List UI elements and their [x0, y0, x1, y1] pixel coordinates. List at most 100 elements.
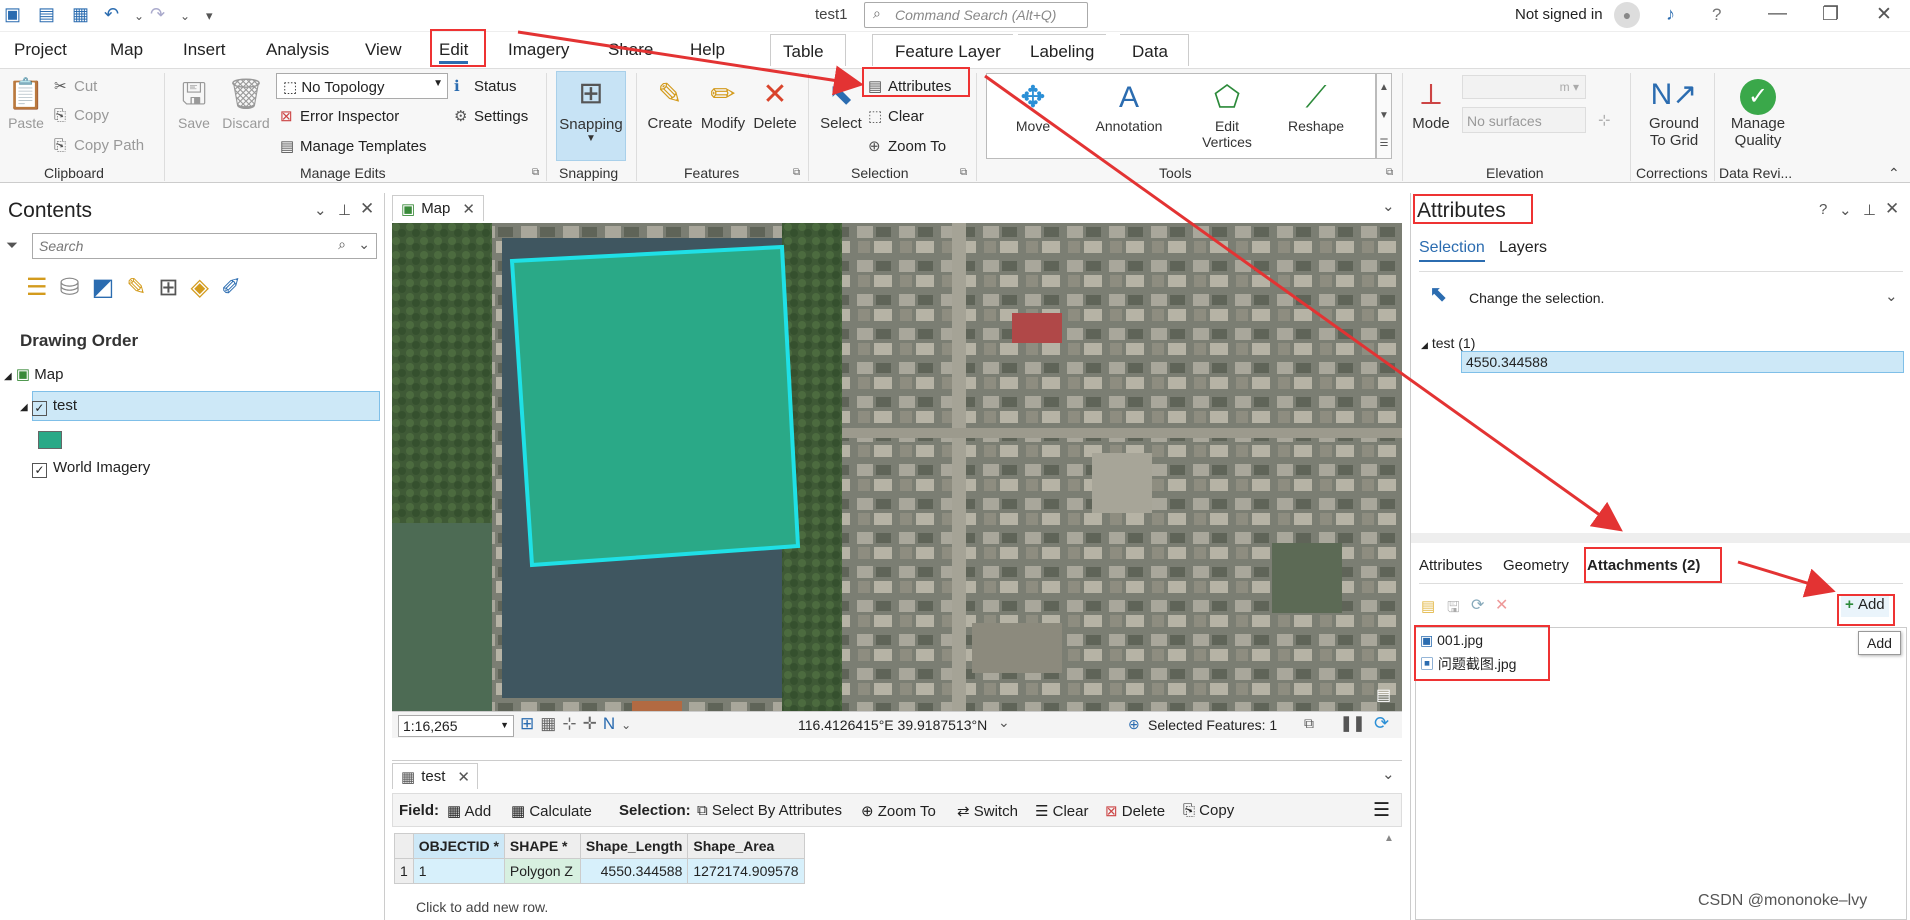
column-header-objectid[interactable]: OBJECTID * [412, 833, 505, 859]
surfaces-select[interactable]: No surfaces [1462, 107, 1586, 133]
add-attachment-button[interactable]: + Add [1841, 595, 1889, 617]
data-source-icon[interactable]: ⛁ [60, 274, 92, 301]
paste-button[interactable]: 📋 Paste [6, 75, 46, 131]
cut-button[interactable]: ✂ Cut [54, 77, 97, 95]
tree-item-map[interactable]: ◢ ▣ Map [4, 365, 63, 383]
minimize-icon[interactable]: — [1768, 3, 1787, 25]
refresh-icon[interactable]: ⟳ [1374, 713, 1389, 734]
table-menu-icon[interactable]: ☰ [1373, 799, 1390, 822]
pin-icon[interactable]: ⊥ [338, 201, 351, 219]
table-row[interactable]: 1 1 Polygon Z 4550.344588 1272174.909578 [394, 858, 805, 884]
chevron-down-icon[interactable]: ⌄ [621, 718, 637, 732]
tab-attachments[interactable]: Attachments (2) [1587, 557, 1700, 574]
selection-view-icon[interactable]: ◩ [92, 274, 127, 301]
move-tool[interactable]: ✥ Move [995, 78, 1071, 134]
chevron-down-icon[interactable]: ⌄ [1382, 765, 1395, 783]
add-field-button[interactable]: ▦ Add [447, 802, 491, 820]
edit-vertices-tool[interactable]: ⬠ Edit Vertices [1187, 78, 1267, 150]
column-header-shape-area[interactable]: Shape_Area [687, 833, 805, 859]
help-icon[interactable]: ? [1712, 5, 1721, 25]
cell-objectid[interactable]: 1 [412, 858, 505, 884]
add-new-row[interactable]: Click to add new row. [416, 899, 548, 915]
fixed-zoom-icon[interactable]: ⊞ [520, 714, 540, 733]
close-icon[interactable]: ✕ [1885, 199, 1899, 219]
chevron-down-icon[interactable]: ⌄ [1382, 197, 1395, 215]
clear-selection-button[interactable]: ⬚ Clear [868, 107, 924, 125]
selected-features-count[interactable]: Selected Features: 1 [1148, 717, 1277, 733]
dialog-launcher-icon[interactable]: ⧉ [532, 167, 539, 178]
tab-table[interactable]: Table [770, 34, 846, 66]
discard-button[interactable]: 🗑 Discard [220, 75, 272, 131]
error-inspector-button[interactable]: ⊠ Error Inspector [280, 107, 399, 125]
filter-icon[interactable]: ⏷ [6, 237, 18, 254]
attributes-button[interactable]: ▤ Attributes [868, 77, 951, 95]
tab-project[interactable]: Project [14, 40, 67, 60]
dialog-launcher-icon[interactable]: ⧉ [960, 167, 967, 178]
map-notes-icon[interactable]: ▤ [1376, 685, 1391, 705]
pane-options-icon[interactable]: ⌄ [1839, 201, 1852, 219]
gallery-scroll[interactable]: ▲ ▼ ☰ [1376, 73, 1392, 159]
pane-splitter[interactable] [1411, 533, 1910, 543]
pin-icon[interactable]: ⊥ [1863, 201, 1876, 219]
selected-polygon[interactable] [509, 244, 801, 568]
change-selection-text[interactable]: Change the selection. [1469, 290, 1604, 306]
collapse-ribbon-icon[interactable]: ⌃ [1888, 165, 1900, 182]
copy-path-button[interactable]: ⎘ Copy Path [54, 137, 144, 154]
tab-edit[interactable]: Edit [439, 40, 469, 64]
create-button[interactable]: ✎ Create [644, 75, 696, 132]
scale-select[interactable]: 1:16,265 ▼ [398, 715, 514, 737]
collapse-triangle-icon[interactable]: ◢ [1421, 340, 1428, 350]
column-header-shape[interactable]: SHAPE * [503, 833, 581, 859]
customize-toolbar-icon[interactable]: ▾ [206, 8, 213, 24]
manage-quality-button[interactable]: ✓ Manage Quality [1722, 75, 1794, 149]
undo-dropdown-icon[interactable]: ⌄ [134, 9, 144, 23]
row-selector[interactable]: 1 [394, 858, 414, 884]
notification-bell-icon[interactable]: ♪ [1666, 4, 1675, 25]
collapse-triangle-icon[interactable]: ◢ [4, 371, 12, 382]
modify-button[interactable]: ✏ Modify [698, 75, 748, 132]
contents-search-input[interactable]: Search ⌕ ⌄ [32, 233, 377, 259]
cell-shape-area[interactable]: 1272174.909578 [687, 858, 805, 884]
table-clear-button[interactable]: ☰ Clear [1035, 802, 1088, 820]
column-header-shape-length[interactable]: Shape_Length [579, 833, 689, 859]
tab-layers[interactable]: Layers [1499, 239, 1547, 257]
table-tab[interactable]: ▦ test ✕ [392, 763, 478, 789]
pause-icon[interactable]: ❚❚ [1340, 714, 1365, 732]
cell-shape[interactable]: Polygon Z [503, 858, 581, 884]
restore-icon[interactable]: ❐ [1822, 3, 1839, 26]
zoom-to-selection-button[interactable]: ⊕ Zoom To [868, 137, 946, 155]
crosshair-icon[interactable]: ✛ [583, 714, 603, 733]
drawing-order-icon[interactable]: ☰ [26, 274, 60, 301]
editing-view-icon[interactable]: ✎ [126, 274, 158, 301]
dialog-launcher-icon[interactable]: ⧉ [793, 167, 800, 178]
calculate-field-button[interactable]: ▦ Calculate [511, 802, 592, 820]
list-item-attachment[interactable]: ▣ 问题截图.jpg [1420, 654, 1516, 674]
close-icon[interactable]: ✕ [1876, 3, 1892, 26]
delete-x-icon[interactable]: ✕ [1495, 595, 1508, 615]
snapping-view-icon[interactable]: ⊞ [158, 274, 190, 301]
elevation-tool-icon[interactable]: ⊹ [1598, 111, 1611, 129]
snapping-button[interactable]: ⊞ Snapping ▼ [556, 71, 626, 161]
chevron-down-icon[interactable]: ⌄ [1885, 287, 1898, 305]
layer-symbol-swatch[interactable] [38, 431, 62, 449]
table-view-icon[interactable]: ⧉ [1304, 715, 1314, 732]
table-copy-button[interactable]: ⎘ Copy [1183, 802, 1234, 819]
list-item-attachment[interactable]: ▣ 001.jpg [1420, 632, 1483, 649]
copy-button[interactable]: ⎘ Copy [54, 107, 109, 124]
close-icon[interactable]: ✕ [360, 199, 374, 219]
tab-map[interactable]: Map [110, 40, 143, 60]
tab-view[interactable]: View [365, 40, 402, 60]
annotation-tool[interactable]: A Annotation [1079, 78, 1179, 134]
tree-selected-feature[interactable]: 4550.344588 [1461, 351, 1904, 373]
tab-data[interactable]: Data [1120, 34, 1189, 66]
map-tab[interactable]: ▣ Map ✕ [392, 195, 484, 221]
delete-features-button[interactable]: ✕ Delete [750, 75, 800, 132]
scroll-up-icon[interactable]: ▲ [1384, 833, 1394, 844]
tab-help[interactable]: Help [690, 40, 725, 60]
select-button[interactable]: ⬉ Select [816, 75, 866, 132]
settings-button[interactable]: ⚙ Settings [454, 107, 528, 125]
pane-options-icon[interactable]: ⌄ [314, 201, 327, 219]
status-button[interactable]: ℹ Status [454, 77, 517, 95]
select-by-attributes-button[interactable]: ⧉ Select By Attributes [697, 802, 842, 819]
tab-selection[interactable]: Selection [1419, 239, 1485, 262]
